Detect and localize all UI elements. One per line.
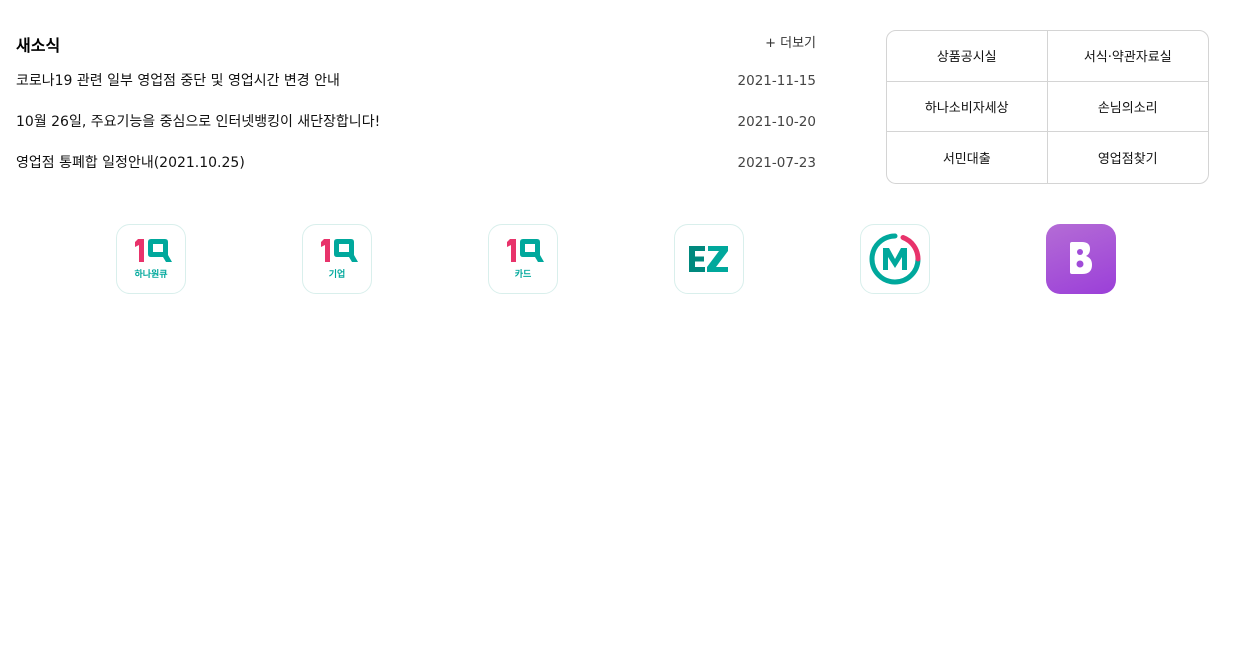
news-item-date: 2021-10-20 xyxy=(737,114,816,130)
quick-link-consumer-world[interactable]: 하나소비자세상 xyxy=(887,81,1048,133)
news-title: 새소식 xyxy=(16,36,61,55)
quick-link-product-disclosure[interactable]: 상품공시실 xyxy=(887,31,1048,82)
1q-business-icon: 기업 xyxy=(321,239,358,280)
news-list: 코로나19 관련 일부 영업점 중단 및 영업시간 변경 안내 2021-11-… xyxy=(16,61,816,184)
news-item[interactable]: 영업점 통폐합 일정안내(2021.10.25) 2021-07-23 xyxy=(16,143,816,184)
app-ez-link[interactable] xyxy=(674,224,744,294)
app-links: 하나원큐 기업 카드 xyxy=(116,224,1116,294)
news-header: 새소식 + 더보기 xyxy=(16,26,816,58)
app-business-1q-link[interactable]: 기업 xyxy=(302,224,372,294)
app-m-link[interactable] xyxy=(860,224,930,294)
app-hana-1q-link[interactable]: 하나원큐 xyxy=(116,224,186,294)
quick-link-forms-terms[interactable]: 서식·약관자료실 xyxy=(1047,31,1208,82)
b-icon xyxy=(1070,242,1092,274)
quick-link-branch-finder[interactable]: 영업점찾기 xyxy=(1048,132,1209,183)
news-item-title[interactable]: 코로나19 관련 일부 영업점 중단 및 영업시간 변경 안내 xyxy=(16,61,340,102)
app-caption: 카드 xyxy=(515,268,532,280)
1q-hana-won-icon: 하나원큐 xyxy=(134,239,172,280)
quick-link-low-income-loan[interactable]: 서민대출 xyxy=(887,132,1048,183)
news-item[interactable]: 10월 26일, 주요기능을 중심으로 인터넷뱅킹이 새단장합니다! 2021-… xyxy=(16,102,816,143)
ez-icon xyxy=(689,246,728,272)
app-caption: 하나원큐 xyxy=(134,268,167,280)
app-caption: 기업 xyxy=(329,268,346,280)
m-icon xyxy=(869,233,921,285)
news-section: 새소식 + 더보기 코로나19 관련 일부 영업점 중단 및 영업시간 변경 안… xyxy=(16,26,816,184)
app-card-1q-link[interactable]: 카드 xyxy=(488,224,558,294)
quick-link-customer-voice[interactable]: 손님의소리 xyxy=(1047,82,1208,133)
news-more-link[interactable]: + 더보기 xyxy=(765,32,816,51)
news-item-title[interactable]: 10월 26일, 주요기능을 중심으로 인터넷뱅킹이 새단장합니다! xyxy=(16,102,380,143)
news-item-title[interactable]: 영업점 통폐합 일정안내(2021.10.25) xyxy=(16,143,245,184)
page: 새소식 + 더보기 코로나19 관련 일부 영업점 중단 및 영업시간 변경 안… xyxy=(0,0,1260,670)
app-b-link[interactable] xyxy=(1046,224,1116,294)
news-item-date: 2021-11-15 xyxy=(737,73,816,89)
1q-card-icon: 카드 xyxy=(507,239,544,280)
news-item-date: 2021-07-23 xyxy=(737,155,816,171)
quick-links-grid: 상품공시실 서식·약관자료실 하나소비자세상 손님의소리 서민대출 영업점찾기 xyxy=(886,30,1209,184)
news-item[interactable]: 코로나19 관련 일부 영업점 중단 및 영업시간 변경 안내 2021-11-… xyxy=(16,61,816,102)
